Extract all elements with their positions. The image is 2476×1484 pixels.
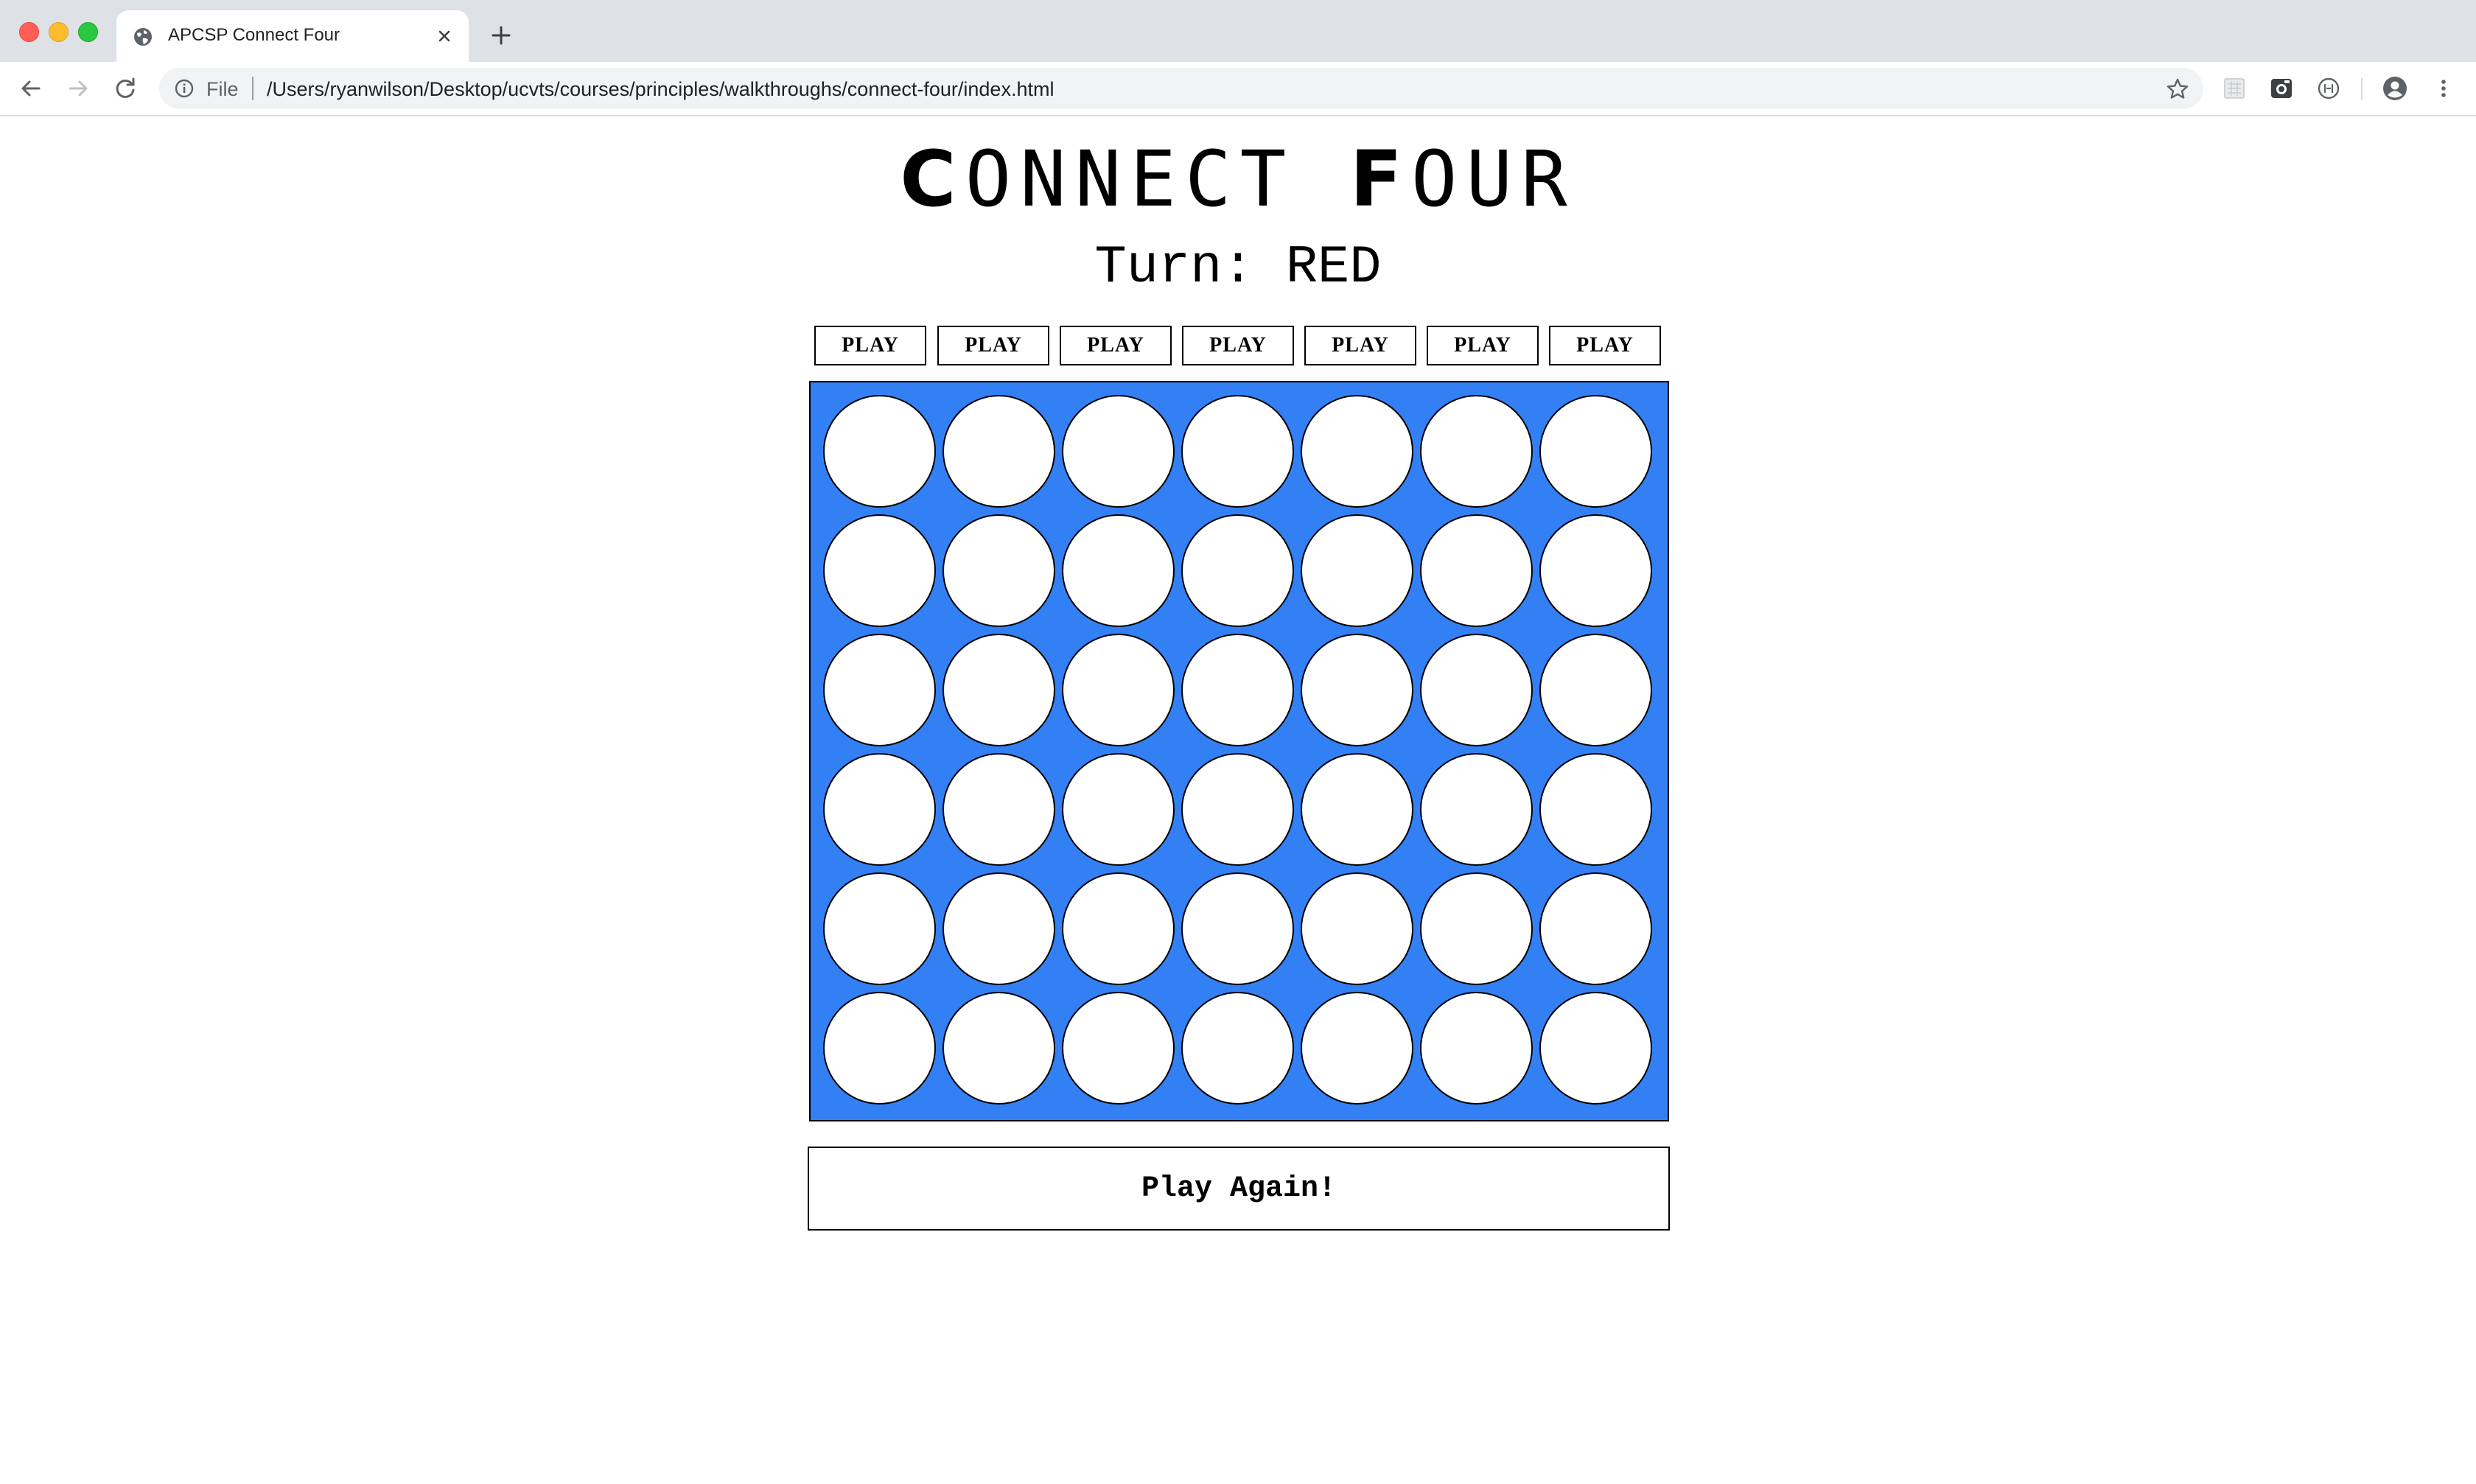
close-window-button[interactable] xyxy=(19,22,39,42)
board-cell-r2-c2[interactable] xyxy=(943,514,1055,627)
play-again-button[interactable]: Play Again! xyxy=(808,1147,1670,1231)
board-cell-r6-c1[interactable] xyxy=(823,992,936,1105)
board-cell-r5-c2[interactable] xyxy=(943,872,1055,985)
board-cell-r6-c2[interactable] xyxy=(943,992,1055,1105)
board-cell-r1-c4[interactable] xyxy=(1181,395,1294,508)
globe-icon xyxy=(134,28,152,46)
board-cell-r3-c2[interactable] xyxy=(943,634,1055,746)
board-cell-r3-c1[interactable] xyxy=(823,634,936,746)
circle-extension-icon[interactable] xyxy=(2315,75,2342,102)
board-cell-r1-c6[interactable] xyxy=(1420,395,1533,508)
board-cell-r4-c7[interactable] xyxy=(1539,753,1652,866)
board-cell-r2-c1[interactable] xyxy=(823,514,936,627)
address-bar[interactable]: File /Users/ryanwilson/Desktop/ucvts/cou… xyxy=(159,68,2203,109)
board-cell-r3-c6[interactable] xyxy=(1420,634,1533,746)
board-cell-r6-c7[interactable] xyxy=(1539,992,1652,1105)
profile-icon[interactable] xyxy=(2382,75,2408,102)
play-column-7-button[interactable]: PLAY xyxy=(1549,326,1661,365)
play-button-row: PLAY PLAY PLAY PLAY PLAY PLAY PLAY xyxy=(814,326,1666,365)
board-cell-r2-c5[interactable] xyxy=(1301,514,1413,627)
board-cell-r5-c6[interactable] xyxy=(1420,872,1533,985)
minimize-window-button[interactable] xyxy=(49,22,69,42)
board-cell-r5-c3[interactable] xyxy=(1062,872,1175,985)
board-cell-r4-c2[interactable] xyxy=(943,753,1055,866)
browser-tab[interactable]: APCSP Connect Four xyxy=(116,10,469,62)
board-cell-r2-c3[interactable] xyxy=(1062,514,1175,627)
omnibox-divider xyxy=(252,77,253,100)
board-cell-r4-c3[interactable] xyxy=(1062,753,1175,866)
board-cell-r6-c6[interactable] xyxy=(1420,992,1533,1105)
tab-title: APCSP Connect Four xyxy=(168,25,340,45)
board-cell-r6-c3[interactable] xyxy=(1062,992,1175,1105)
title-part-onnect: ONNECT xyxy=(965,134,1350,224)
page-title: CONNECT FOUR xyxy=(0,131,2476,227)
play-column-5-button[interactable]: PLAY xyxy=(1304,326,1416,365)
turn-label: Turn: xyxy=(1094,237,1254,298)
board-cell-r6-c5[interactable] xyxy=(1301,992,1413,1105)
browser-toolbar: File /Users/ryanwilson/Desktop/ucvts/cou… xyxy=(0,62,2476,116)
board-cell-r1-c7[interactable] xyxy=(1539,395,1652,508)
reload-icon[interactable] xyxy=(112,75,139,102)
board-cell-r3-c4[interactable] xyxy=(1181,634,1294,746)
close-tab-icon[interactable] xyxy=(433,25,455,47)
game-board xyxy=(809,381,1669,1121)
board-cell-r2-c4[interactable] xyxy=(1181,514,1294,627)
board-cell-r5-c5[interactable] xyxy=(1301,872,1413,985)
board-cell-r2-c7[interactable] xyxy=(1539,514,1652,627)
board-cell-r1-c1[interactable] xyxy=(823,395,936,508)
play-column-1-button[interactable]: PLAY xyxy=(814,326,926,365)
back-arrow-icon[interactable] xyxy=(18,75,44,102)
play-column-3-button[interactable]: PLAY xyxy=(1060,326,1172,365)
title-initial-c: C xyxy=(900,134,965,224)
board-cell-r4-c4[interactable] xyxy=(1181,753,1294,866)
board-cell-r1-c2[interactable] xyxy=(943,395,1055,508)
url-text[interactable]: /Users/ryanwilson/Desktop/ucvts/courses/… xyxy=(267,78,1054,101)
info-icon[interactable] xyxy=(174,78,195,99)
title-initial-f: F xyxy=(1349,134,1411,224)
forward-arrow-icon[interactable] xyxy=(65,75,91,102)
menu-icon[interactable] xyxy=(2430,75,2457,102)
new-tab-icon[interactable] xyxy=(488,22,514,49)
board-cell-r4-c1[interactable] xyxy=(823,753,936,866)
board-cell-r3-c7[interactable] xyxy=(1539,634,1652,746)
play-column-6-button[interactable]: PLAY xyxy=(1427,326,1539,365)
board-cell-r6-c4[interactable] xyxy=(1181,992,1294,1105)
board-cell-r1-c3[interactable] xyxy=(1062,395,1175,508)
camera-extension-icon[interactable] xyxy=(2268,75,2295,102)
board-cell-r2-c6[interactable] xyxy=(1420,514,1533,627)
extension-grid-icon[interactable] xyxy=(2221,75,2248,102)
board-cell-r5-c1[interactable] xyxy=(823,872,936,985)
turn-value: RED xyxy=(1285,237,1382,298)
board-cell-r5-c4[interactable] xyxy=(1181,872,1294,985)
play-column-4-button[interactable]: PLAY xyxy=(1182,326,1294,365)
toolbar-divider xyxy=(2361,78,2363,100)
turn-indicator: Turn: RED xyxy=(0,234,2476,301)
board-cell-r1-c5[interactable] xyxy=(1301,395,1413,508)
file-scheme-label: File xyxy=(206,78,239,100)
play-column-2-button[interactable]: PLAY xyxy=(937,326,1049,365)
board-cell-r4-c5[interactable] xyxy=(1301,753,1413,866)
board-cell-r5-c7[interactable] xyxy=(1539,872,1652,985)
maximize-window-button[interactable] xyxy=(78,22,98,42)
star-icon[interactable] xyxy=(2165,77,2190,102)
board-cell-r3-c5[interactable] xyxy=(1301,634,1413,746)
tab-strip: APCSP Connect Four xyxy=(0,0,2476,62)
title-part-our: OUR xyxy=(1410,134,1576,224)
board-cell-r3-c3[interactable] xyxy=(1062,634,1175,746)
board-cell-r4-c6[interactable] xyxy=(1420,753,1533,866)
